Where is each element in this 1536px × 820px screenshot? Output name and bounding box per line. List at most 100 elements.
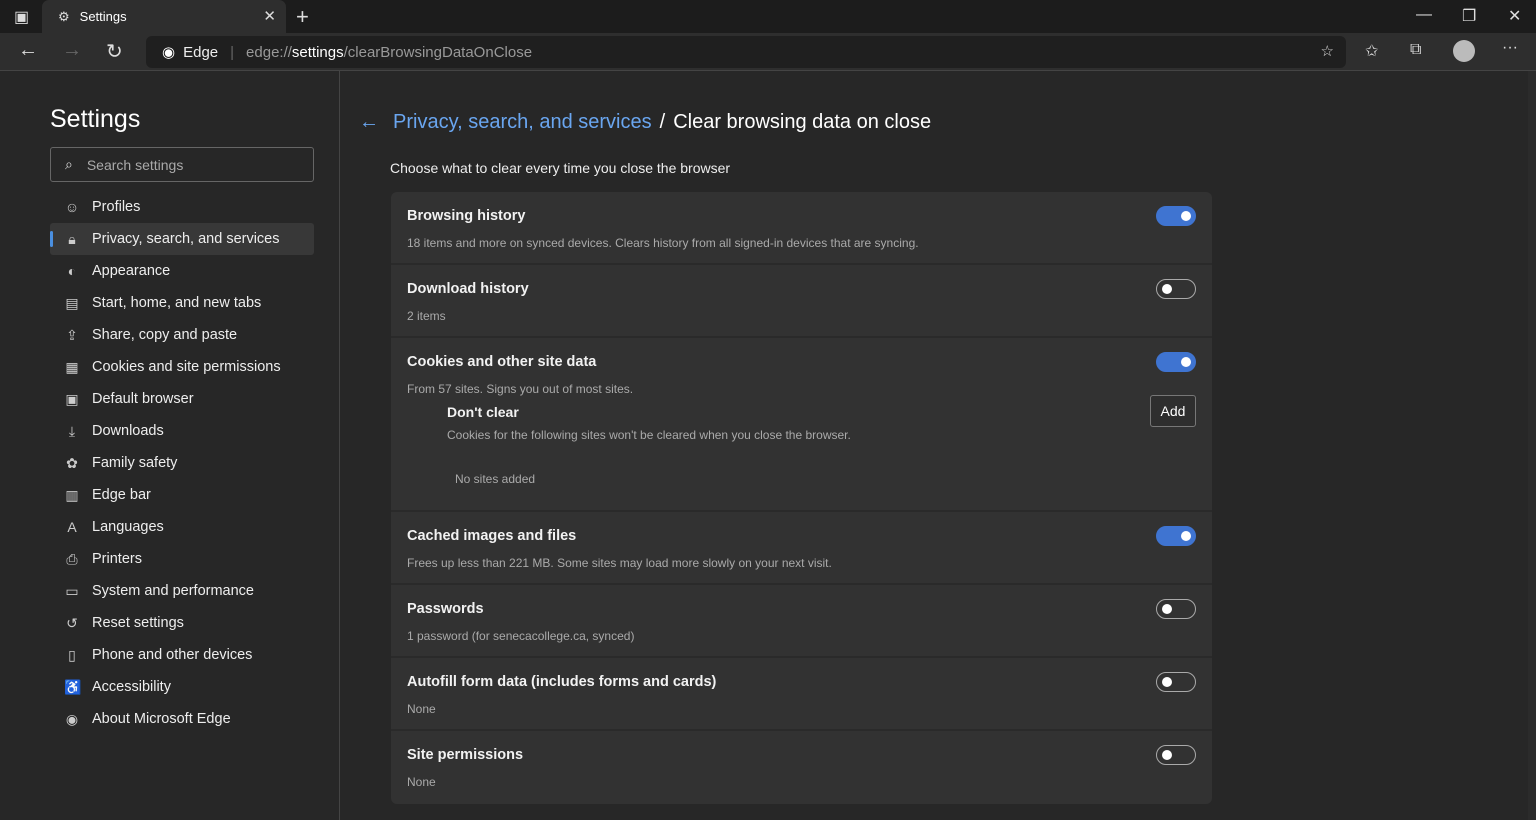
more-icon[interactable]: ··· — [1502, 39, 1518, 57]
sidebar-item-label: Family safety — [92, 455, 177, 471]
setting-toggle[interactable] — [1156, 745, 1196, 765]
sidebar-item-icon: ⎙ — [64, 551, 80, 568]
sidebar-item-label: Privacy, search, and services — [92, 231, 280, 247]
setting-title: Site permissions — [407, 747, 1196, 763]
sidebar-item[interactable]: ◉About Microsoft Edge — [50, 703, 314, 735]
dont-clear-desc: Cookies for the following sites won't be… — [447, 428, 1196, 442]
sidebar-nav: ☺Profiles 🔒︎ Privacy, search, and services… — [50, 191, 314, 735]
url-bold: settings — [292, 44, 344, 61]
sidebar-item-icon: ▭ — [64, 583, 80, 600]
add-button[interactable]: Add — [1150, 395, 1196, 427]
sidebar-item[interactable]: ↺ Reset settings — [50, 607, 314, 639]
sidebar-item[interactable]: ▥Edge bar — [50, 479, 314, 511]
no-sites-text: No sites added — [455, 472, 1196, 486]
tab-settings[interactable]: ⚙ Settings ✕ — [42, 0, 286, 33]
setting-title: Cookies and other site data — [407, 354, 1196, 370]
dont-clear-title: Don't clear — [447, 404, 1196, 420]
setting-desc: 18 items and more on synced devices. Cle… — [407, 236, 1196, 250]
close-tab-icon[interactable]: ✕ — [263, 7, 276, 25]
sidebar-item[interactable]: ⎙ Printers — [50, 543, 314, 575]
sidebar-item-icon: 🔒︎ — [64, 231, 80, 248]
url-suffix: /clearBrowsingDataOnClose — [344, 44, 532, 61]
setting-row: Cookies and other site dataFrom 57 sites… — [391, 338, 1212, 512]
avatar[interactable] — [1453, 40, 1475, 62]
sidebar: Settings ⌕ Search settings ☺Profiles 🔒︎ Pr… — [0, 71, 340, 820]
sidebar-item[interactable]: 🔒︎ Privacy, search, and services — [50, 223, 314, 255]
forward-icon[interactable]: → — [62, 39, 82, 62]
sidebar-item[interactable]: ▭System and performance — [50, 575, 314, 607]
gear-icon: ⚙ — [58, 9, 70, 25]
sidebar-item[interactable]: ▯ Phone and other devices — [50, 639, 314, 671]
sidebar-item[interactable]: ☺Profiles — [50, 191, 314, 223]
sidebar-item[interactable]: ⇪ Share, copy and paste — [50, 319, 314, 351]
setting-desc: 1 password (for senecacollege.ca, synced… — [407, 629, 1196, 643]
sidebar-item-label: Reset settings — [92, 615, 184, 631]
sidebar-item[interactable]: ◐Appearance — [50, 255, 314, 287]
search-input[interactable]: ⌕ Search settings — [50, 147, 314, 182]
setting-toggle[interactable] — [1156, 599, 1196, 619]
sidebar-item-label: Cookies and site permissions — [92, 359, 281, 375]
sidebar-item-label: Printers — [92, 551, 142, 567]
sidebar-item-icon: A — [64, 519, 80, 535]
settings-title: Settings — [50, 105, 140, 134]
setting-desc: None — [407, 775, 1196, 789]
collections-icon[interactable]: ⧉ — [1410, 41, 1421, 59]
sidebar-item-icon: ↺ — [64, 615, 80, 632]
restore-icon[interactable]: ❐ — [1462, 6, 1476, 26]
setting-title: Browsing history — [407, 208, 1196, 224]
scrollbar[interactable] — [1528, 71, 1536, 820]
setting-toggle[interactable] — [1156, 352, 1196, 372]
sidebar-item[interactable]: ⤓Downloads — [50, 415, 314, 447]
setting-row: Cached images and filesFrees up less tha… — [391, 512, 1212, 585]
sidebar-item-label: About Microsoft Edge — [92, 711, 231, 727]
close-window-icon[interactable]: ✕ — [1508, 6, 1521, 26]
setting-toggle[interactable] — [1156, 279, 1196, 299]
setting-row: Download history2 items — [391, 265, 1212, 338]
sidebar-item-label: Default browser — [92, 391, 194, 407]
setting-row: Site permissions None — [391, 731, 1212, 804]
favorites-icon[interactable]: ✩ — [1365, 41, 1378, 61]
address-bar[interactable]: ◉ Edge | edge:// settings /clearBrowsing… — [146, 36, 1346, 68]
page-subtitle: Choose what to clear every time you clos… — [390, 160, 730, 176]
sidebar-item[interactable]: ▦ Cookies and site permissions — [50, 351, 314, 383]
page-title: Clear browsing data on close — [673, 111, 931, 134]
add-favorite-icon[interactable]: ☆ — [1321, 42, 1334, 60]
sidebar-item[interactable]: ▤Start, home, and new tabs — [50, 287, 314, 319]
setting-row: Passwords 1 password (for senecacollege.c… — [391, 585, 1212, 658]
setting-toggle[interactable] — [1156, 206, 1196, 226]
sidebar-item-label: Edge bar — [92, 487, 151, 503]
sidebar-item-icon: ▯ — [64, 647, 80, 664]
new-tab-icon[interactable]: + — [296, 4, 309, 30]
sidebar-item-icon: ✿ — [64, 455, 80, 472]
breadcrumb-parent-link[interactable]: Privacy, search, and services — [393, 111, 652, 134]
sidebar-item-label: Appearance — [92, 263, 170, 279]
sidebar-item-icon: ▣ — [64, 391, 80, 408]
sidebar-item[interactable]: ✿ Family safety — [50, 447, 314, 479]
setting-row: Autofill form data (includes forms and c… — [391, 658, 1212, 731]
sidebar-item-label: Start, home, and new tabs — [92, 295, 261, 311]
refresh-icon[interactable]: ↻ — [106, 39, 123, 64]
divider: | — [230, 44, 234, 61]
sidebar-item[interactable]: ♿Accessibility — [50, 671, 314, 703]
sidebar-item-icon: ⤓ — [64, 423, 80, 440]
breadcrumb: ← Privacy, search, and services / Clear … — [359, 111, 931, 134]
toolbar: ← → ↻ ◉ Edge | edge:// settings /clearBr… — [0, 33, 1536, 71]
back-arrow-icon[interactable]: ← — [359, 111, 379, 134]
minimize-icon[interactable]: — — [1416, 6, 1432, 24]
setting-title: Autofill form data (includes forms and c… — [407, 674, 1196, 690]
sidebar-item-icon: ⇪ — [64, 327, 80, 344]
sidebar-item[interactable]: ALanguages — [50, 511, 314, 543]
tab-actions-icon[interactable]: ▣ — [14, 7, 29, 27]
setting-title: Passwords — [407, 601, 1196, 617]
setting-desc: None — [407, 702, 1196, 716]
setting-toggle[interactable] — [1156, 526, 1196, 546]
back-icon[interactable]: ← — [18, 39, 38, 62]
search-placeholder: Search settings — [87, 157, 184, 173]
sidebar-item-label: Phone and other devices — [92, 647, 252, 663]
sidebar-item[interactable]: ▣ Default browser — [50, 383, 314, 415]
sidebar-item-icon: ▦ — [64, 359, 80, 376]
setting-toggle[interactable] — [1156, 672, 1196, 692]
sidebar-item-label: Profiles — [92, 199, 140, 215]
setting-desc: Frees up less than 221 MB. Some sites ma… — [407, 556, 1196, 570]
sidebar-item-label: Share, copy and paste — [92, 327, 237, 343]
